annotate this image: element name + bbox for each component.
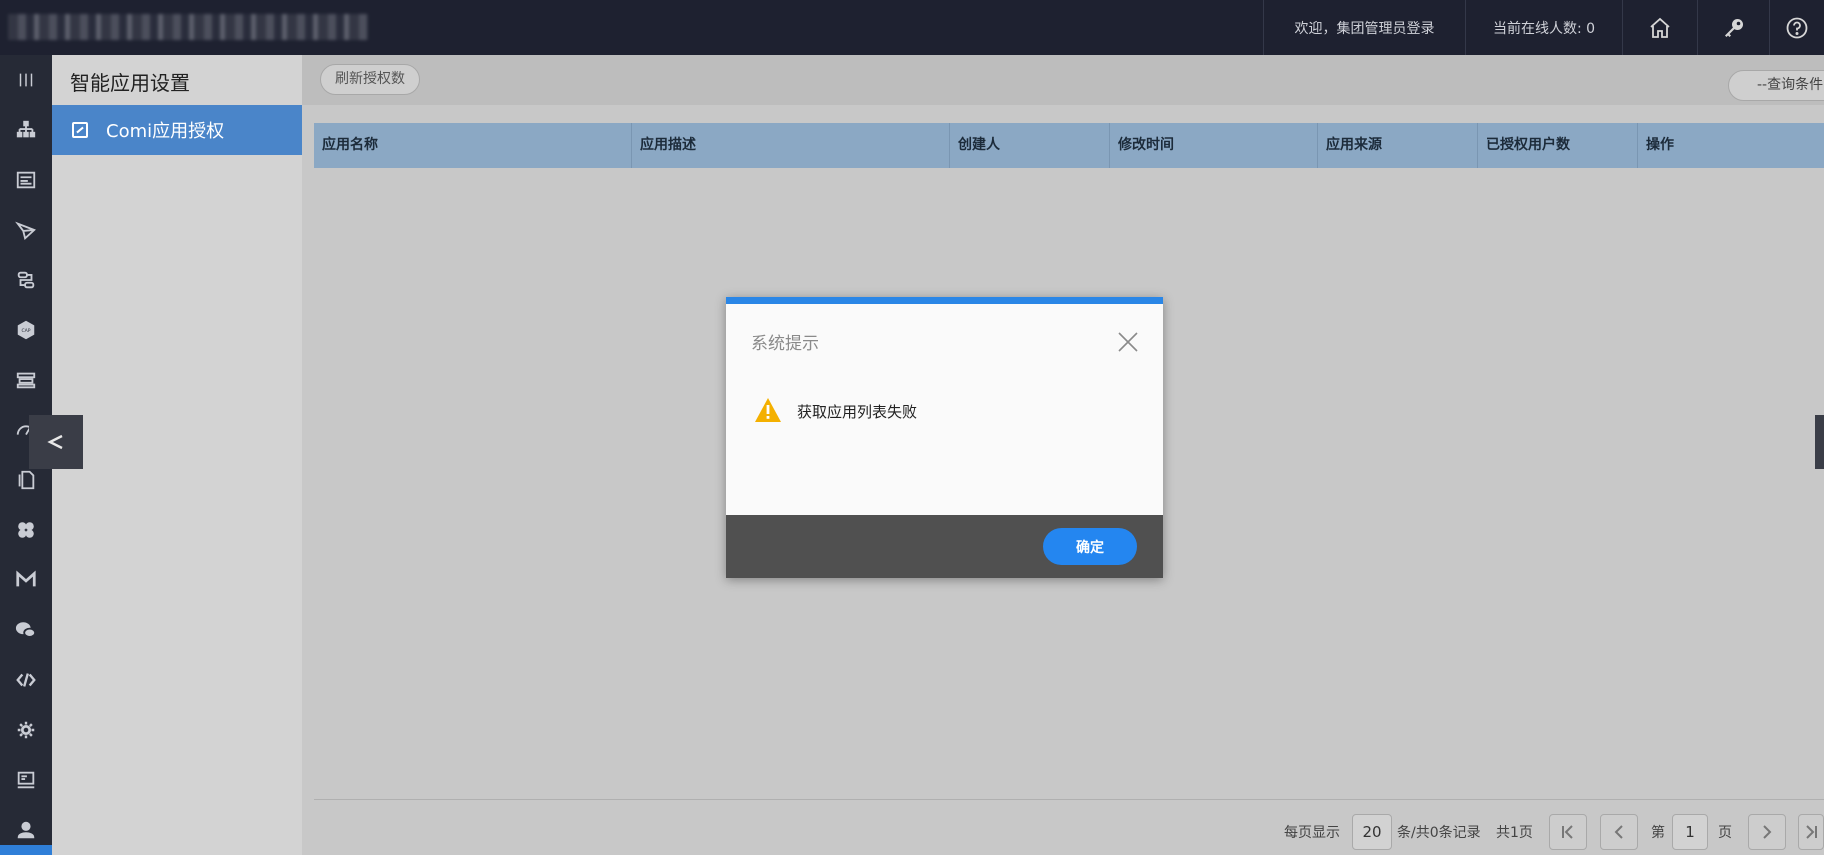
right-panel-toggle[interactable]: [1815, 415, 1824, 469]
pagination: 每页显示 20 条/共0条记录 共1页 第 1 页: [314, 799, 1824, 855]
col-modified-time[interactable]: 修改时间: [1110, 123, 1318, 168]
chevron-right-icon: [1763, 825, 1772, 839]
first-page-button[interactable]: [1549, 814, 1587, 850]
prev-page-button[interactable]: [1600, 814, 1638, 850]
page-number-input[interactable]: 1: [1672, 814, 1708, 850]
page-prefix: 第: [1651, 825, 1665, 841]
dialog-message: 获取应用列表失败: [797, 403, 918, 421]
dialog-footer: 确定: [726, 515, 1163, 578]
toolbar: 刷新授权数 --查询条件: [302, 55, 1824, 105]
form-icon[interactable]: [0, 155, 52, 205]
table-header: 应用名称 应用描述 创建人 修改时间 应用来源 已授权用户数 操作: [314, 123, 1824, 168]
cap-icon[interactable]: CAP: [0, 305, 52, 355]
dialog-close-button[interactable]: [1116, 330, 1142, 356]
online-count: 当前在线人数: 0: [1465, 0, 1622, 55]
last-page-button[interactable]: [1798, 814, 1824, 850]
monitor-icon[interactable]: [0, 755, 52, 805]
welcome-text: 欢迎，集团管理员登录: [1263, 0, 1465, 55]
home-button[interactable]: [1622, 0, 1697, 55]
secondary-menu: 智能应用设置 Comi应用授权: [52, 55, 302, 855]
total-pages-label: 共1页: [1496, 825, 1533, 841]
org-tree-icon[interactable]: [0, 105, 52, 155]
close-icon: [1118, 332, 1138, 352]
warning-icon: [755, 398, 781, 422]
last-page-icon: [1806, 825, 1817, 839]
help-button[interactable]: [1769, 0, 1824, 55]
records-label: 条/共0条记录: [1397, 825, 1481, 841]
menu-item-comi-auth[interactable]: Comi应用授权: [52, 105, 302, 155]
send-icon[interactable]: [0, 205, 52, 255]
dialog-title: 系统提示: [751, 334, 819, 354]
rail-active-indicator: [0, 845, 52, 855]
edit-icon: [72, 122, 88, 138]
layers-icon[interactable]: [0, 355, 52, 405]
col-app-desc[interactable]: 应用描述: [632, 123, 950, 168]
system-alert-dialog: 系统提示 获取应用列表失败 确定: [726, 297, 1163, 578]
page-suffix: 页: [1718, 825, 1732, 841]
home-icon: [1650, 17, 1670, 38]
gear-icon[interactable]: [0, 705, 52, 755]
menu-title: 智能应用设置: [70, 71, 190, 95]
modules-icon[interactable]: [0, 505, 52, 555]
key-button[interactable]: [1697, 0, 1769, 55]
query-conditions-button[interactable]: --查询条件: [1728, 70, 1824, 101]
collapse-menu-button[interactable]: [29, 415, 83, 469]
first-page-icon: [1562, 825, 1573, 839]
col-authorized-users[interactable]: 已授权用户数: [1478, 123, 1638, 168]
refresh-auth-button[interactable]: 刷新授权数: [320, 64, 420, 95]
blurred-logo: [8, 14, 368, 40]
workflow-icon[interactable]: [0, 255, 52, 305]
key-icon: [1724, 18, 1743, 37]
per-page-input[interactable]: 20: [1352, 814, 1392, 850]
menu-item-label: Comi应用授权: [106, 121, 225, 142]
code-icon[interactable]: [0, 655, 52, 705]
col-app-name[interactable]: 应用名称: [314, 123, 632, 168]
help-icon: [1786, 17, 1808, 38]
chevron-left-icon: [47, 434, 63, 450]
svg-text:CAP: CAP: [21, 328, 30, 334]
chevron-left-icon: [1614, 825, 1623, 839]
top-bar: 欢迎，集团管理员登录 当前在线人数: 0: [0, 0, 1824, 55]
next-page-button[interactable]: [1748, 814, 1786, 850]
mail-m-icon[interactable]: [0, 555, 52, 605]
menu-lines-icon[interactable]: [0, 55, 52, 105]
col-app-source[interactable]: 应用来源: [1318, 123, 1478, 168]
confirm-button[interactable]: 确定: [1043, 528, 1137, 565]
per-page-label: 每页显示: [1284, 825, 1340, 841]
col-actions[interactable]: 操作: [1638, 123, 1824, 168]
wechat-icon[interactable]: [0, 605, 52, 655]
col-creator[interactable]: 创建人: [950, 123, 1110, 168]
